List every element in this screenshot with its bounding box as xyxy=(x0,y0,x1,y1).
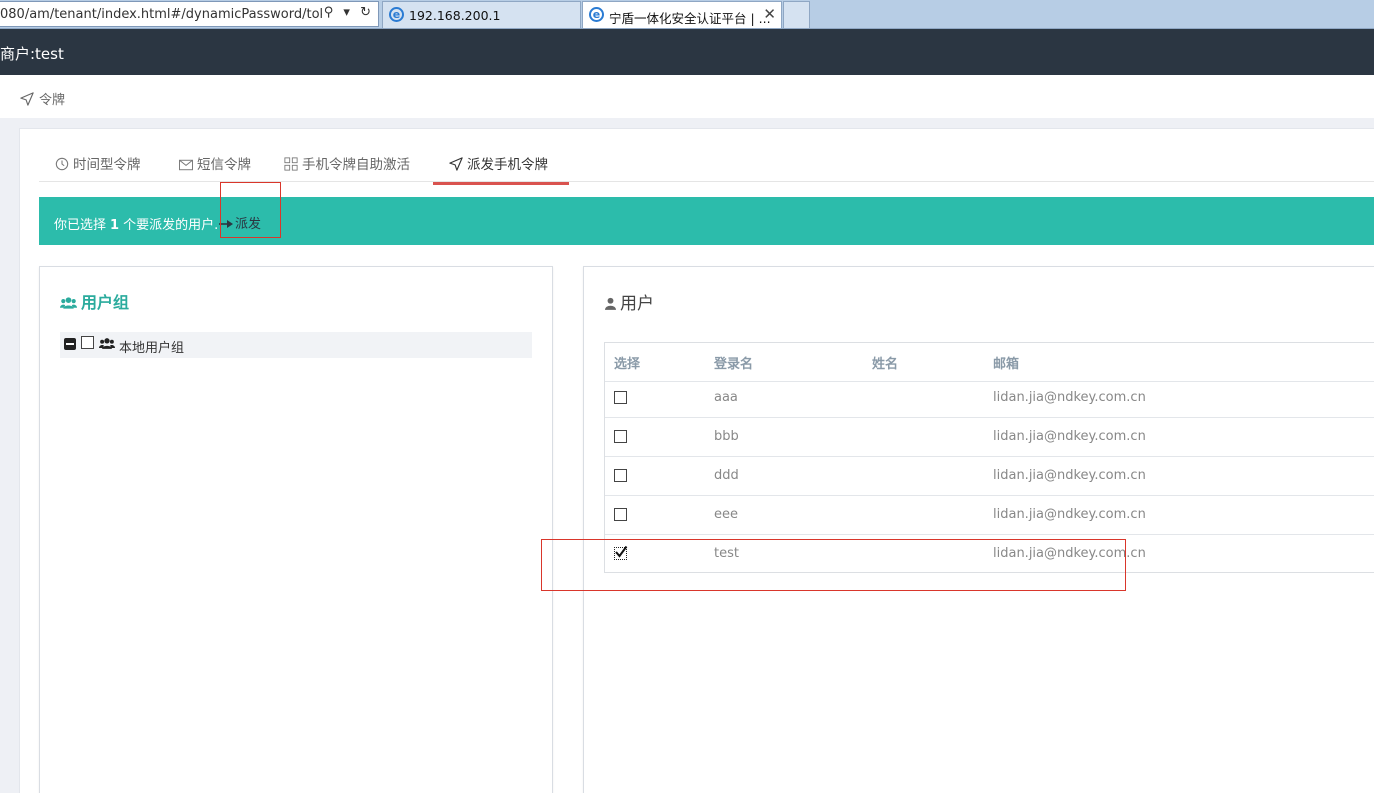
column-header-select: 选择 xyxy=(614,357,641,372)
email-cell: lidan.jia@ndkey.com.cn xyxy=(993,507,1146,522)
tab-label: 手机令牌自助激活 xyxy=(302,157,410,173)
table-header-row: 选择 登录名 姓名 邮箱 xyxy=(605,343,1374,382)
login-cell: bbb xyxy=(714,429,739,444)
table-row[interactable]: aaa lidan.jia@ndkey.com.cn xyxy=(605,379,1374,418)
browser-tab-label: 192.168.200.1 xyxy=(409,8,501,23)
table-row[interactable]: eee lidan.jia@ndkey.com.cn xyxy=(605,496,1374,535)
column-header-email: 邮箱 xyxy=(993,357,1020,372)
tree-node-label: 本地用户组 xyxy=(119,341,185,356)
column-header-login: 登录名 xyxy=(714,357,754,372)
tab-dispatch-mobile-token[interactable]: 派发手机令牌 xyxy=(433,147,569,185)
alert-message: 你已选择 1 个要派发的用户. xyxy=(54,214,218,233)
tab-label: 短信令牌 xyxy=(197,157,251,173)
browser-tab-1[interactable]: e 192.168.200.1 xyxy=(382,1,581,28)
address-bar[interactable]: 080/am/tenant/index.html#/dynamicPasswor… xyxy=(0,1,379,27)
login-cell: ddd xyxy=(714,468,739,483)
login-cell: aaa xyxy=(714,390,738,405)
breadcrumb[interactable]: 令牌 xyxy=(20,89,65,108)
tab-label: 时间型令牌 xyxy=(73,157,141,173)
users-icon xyxy=(99,338,115,349)
email-cell: lidan.jia@ndkey.com.cn xyxy=(993,468,1146,483)
row-checkbox[interactable] xyxy=(614,508,627,521)
clock-icon xyxy=(55,157,69,171)
envelope-icon xyxy=(179,159,193,171)
annotation-box-selected-row xyxy=(541,539,1126,591)
column-header-name: 姓名 xyxy=(872,357,899,372)
send-icon xyxy=(20,92,34,106)
browser-tab-2[interactable]: e 宁盾一体化安全认证平台 | ... ✕ xyxy=(582,1,782,28)
ie-icon: e xyxy=(589,7,604,22)
grid-icon xyxy=(284,157,298,171)
tab-mobile-activation[interactable]: 手机令牌自助激活 xyxy=(284,147,410,185)
alert-suffix: 个要派发的用户. xyxy=(123,218,219,233)
tab-label: 派发手机令牌 xyxy=(467,157,548,173)
send-icon xyxy=(449,157,463,171)
table-row[interactable]: bbb lidan.jia@ndkey.com.cn xyxy=(605,418,1374,457)
tree-checkbox[interactable] xyxy=(81,336,94,349)
users-icon xyxy=(60,297,77,309)
browser-tab-label: 宁盾一体化安全认证平台 | ... xyxy=(609,11,771,26)
user-group-title: 用户组 xyxy=(60,289,129,313)
email-cell: lidan.jia@ndkey.com.cn xyxy=(993,390,1146,405)
alert-prefix: 你已选择 xyxy=(54,218,107,233)
new-tab-button[interactable] xyxy=(783,1,810,28)
user-icon xyxy=(605,297,616,310)
user-panel-title: 用户 xyxy=(605,289,654,314)
tab-time-token[interactable]: 时间型令牌 xyxy=(55,147,141,185)
selected-count: 1 xyxy=(110,218,120,233)
login-cell: eee xyxy=(714,507,738,522)
row-checkbox[interactable] xyxy=(614,430,627,443)
table-row[interactable]: ddd lidan.jia@ndkey.com.cn xyxy=(605,457,1374,496)
row-checkbox[interactable] xyxy=(614,469,627,482)
collapse-icon[interactable] xyxy=(64,338,76,350)
tenant-label: 商户:test xyxy=(0,45,64,63)
breadcrumb-bar: 令牌 xyxy=(0,75,1374,118)
tree-node[interactable]: 本地用户组 xyxy=(60,332,532,358)
tab-sms-token[interactable]: 短信令牌 xyxy=(179,147,251,185)
user-panel-title-text: 用户 xyxy=(620,294,654,314)
email-cell: lidan.jia@ndkey.com.cn xyxy=(993,429,1146,444)
app-header: 商户:test xyxy=(0,29,1374,75)
annotation-box-dispatch xyxy=(220,182,281,238)
ie-icon: e xyxy=(389,7,404,22)
address-bar-icons[interactable]: ⚲ ▾ ↻ xyxy=(324,5,374,20)
user-group-title-text: 用户组 xyxy=(81,293,130,312)
breadcrumb-label: 令牌 xyxy=(39,93,66,108)
close-icon[interactable]: ✕ xyxy=(763,5,776,23)
browser-chrome: 080/am/tenant/index.html#/dynamicPasswor… xyxy=(0,0,1374,29)
token-tabs: 时间型令牌 短信令牌 手机令牌自助激活 派发手机令牌 xyxy=(39,147,1374,185)
row-checkbox[interactable] xyxy=(614,391,627,404)
address-text[interactable]: 080/am/tenant/index.html#/dynamicPasswor… xyxy=(0,7,322,22)
